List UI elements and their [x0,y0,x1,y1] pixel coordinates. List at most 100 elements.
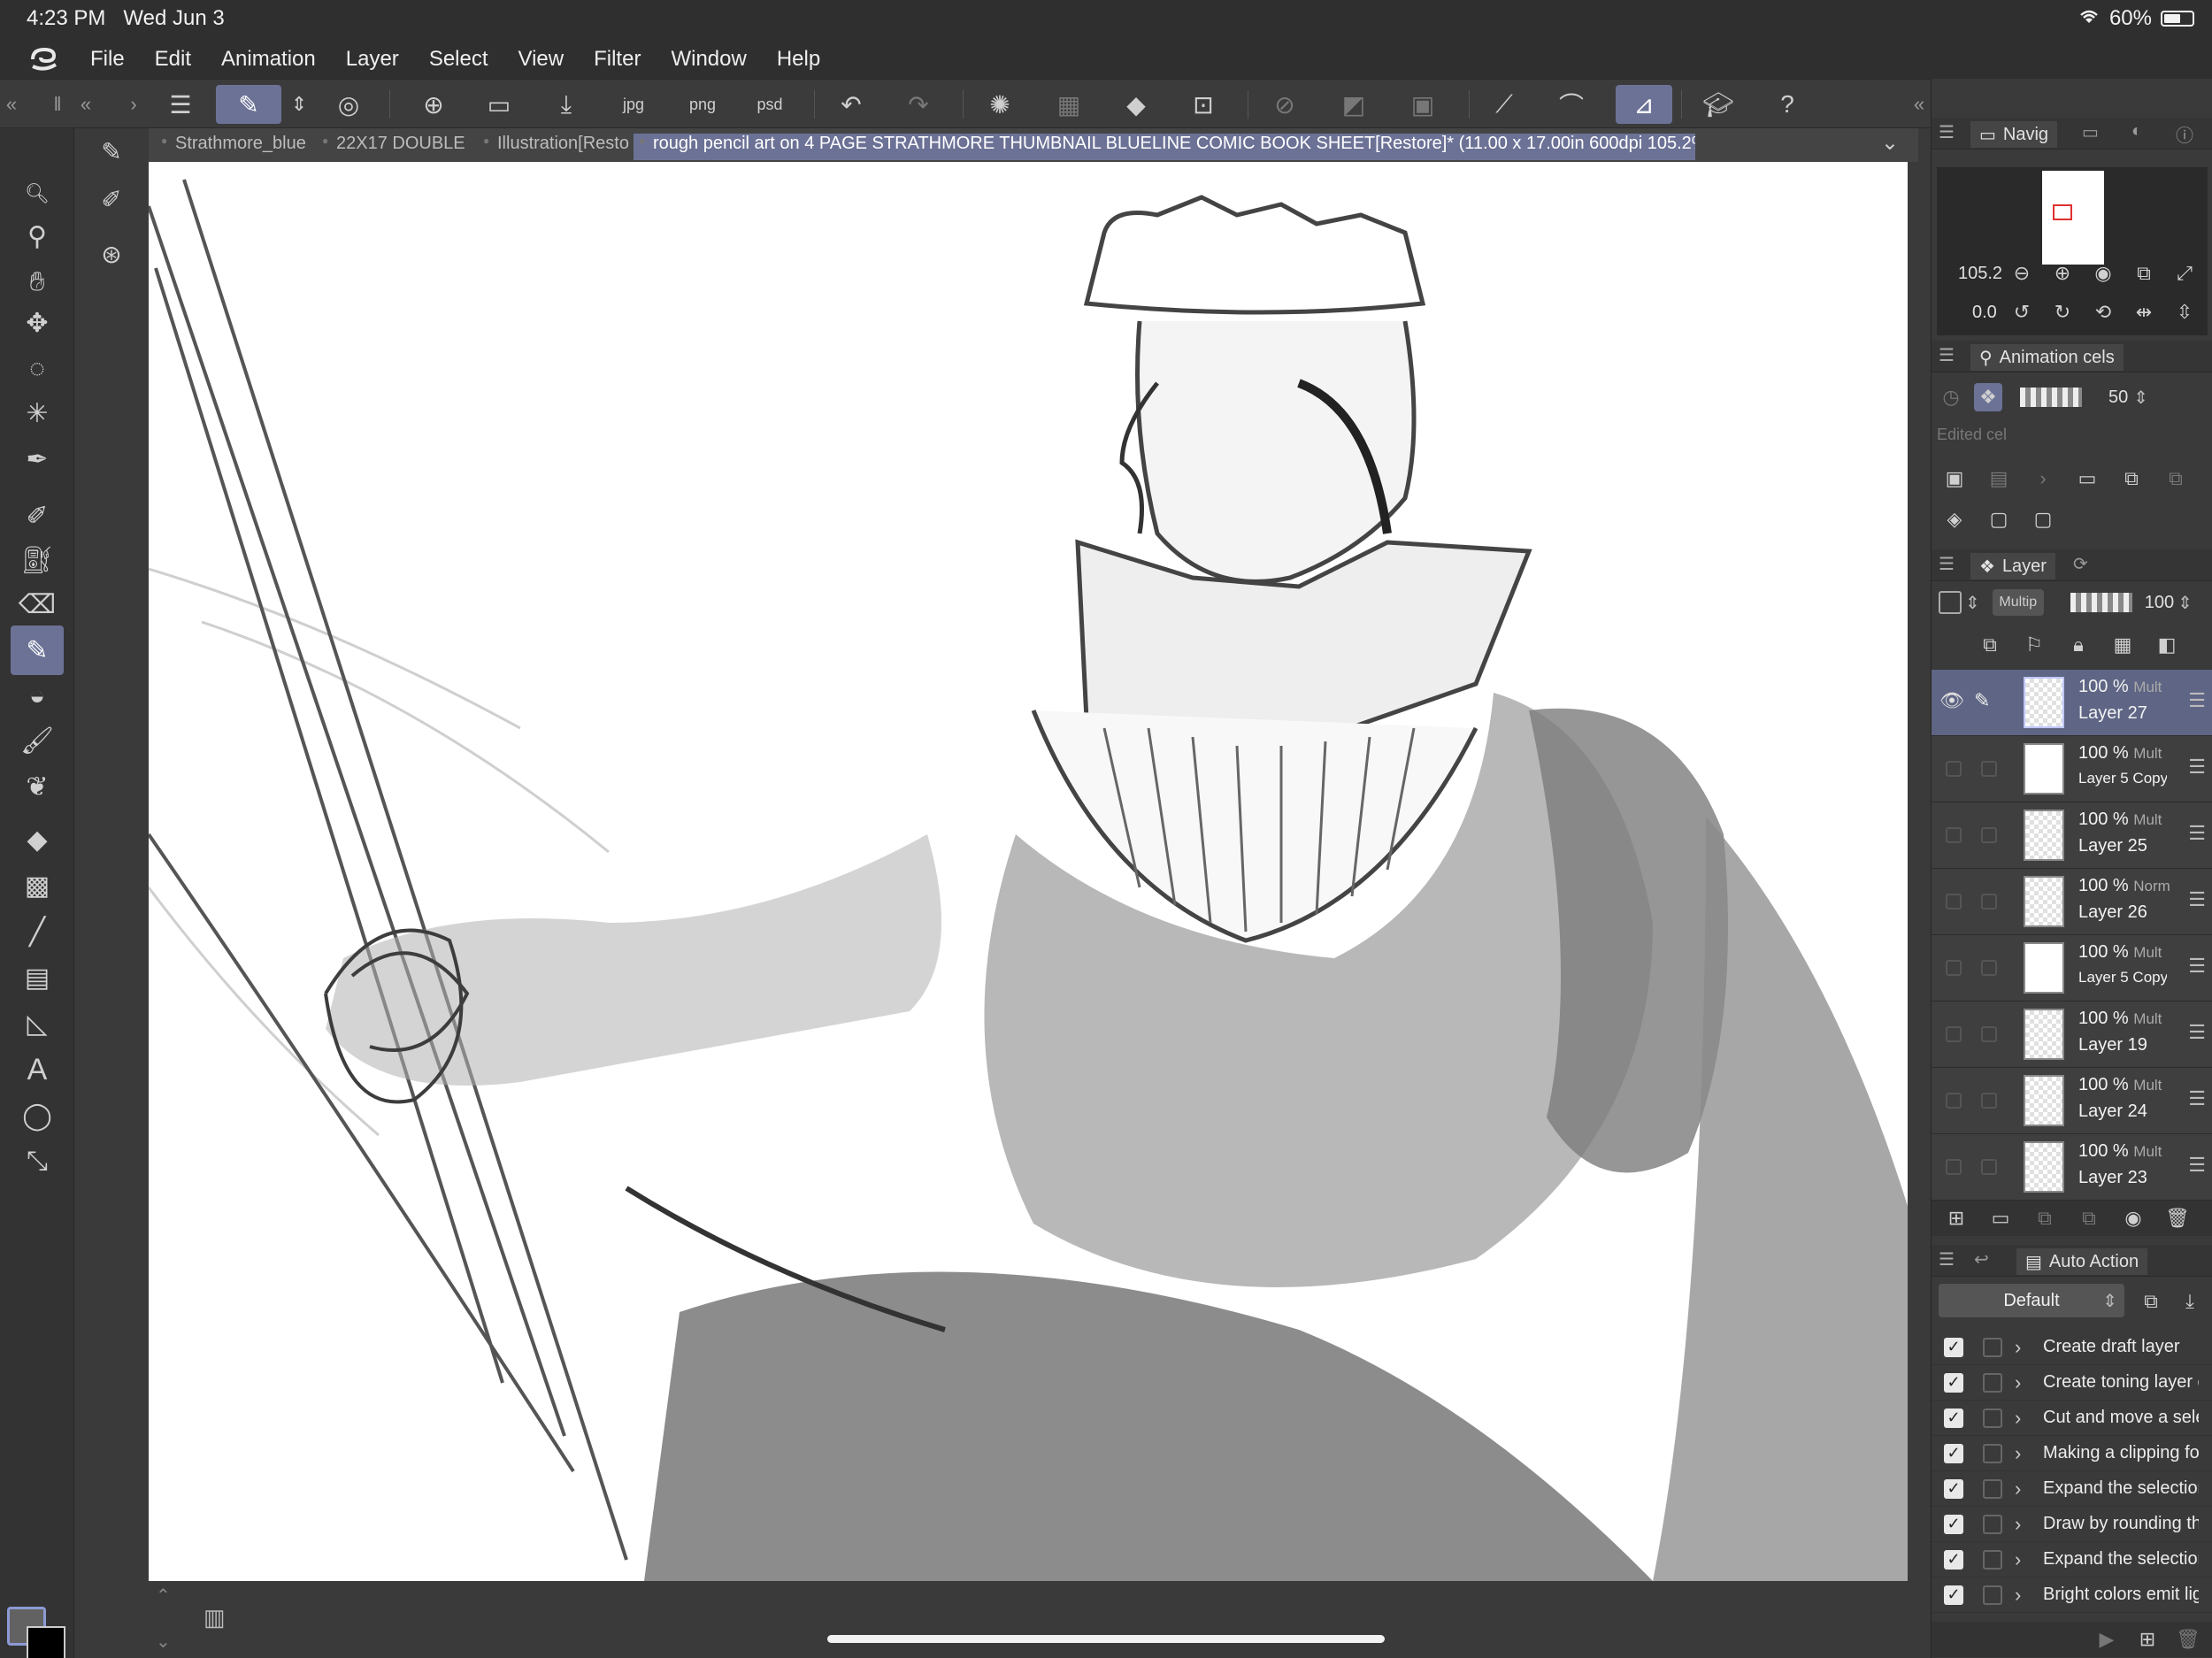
zoom-in-icon[interactable]: ⊕ [2048,259,2077,288]
scroll-right-icon[interactable]: › [122,85,145,124]
drag-handle-icon[interactable]: ☰ [2188,756,2206,779]
list-item[interactable]: ✓ › Expand the selection [1932,1542,2212,1577]
ruler-icon[interactable]: ◺ [11,999,64,1048]
open-folder-icon[interactable]: ▭ [478,85,520,124]
tab-strathmore[interactable]: Strathmore_blue [156,134,308,160]
edit-target-toggle[interactable] [1981,1093,1997,1109]
layer-row[interactable]: 100 % Mult Layer 24 ☰ [1932,1068,2212,1134]
chevron-right-icon[interactable]: › [2029,464,2057,493]
drag-handle-icon[interactable]: ☰ [2188,888,2206,911]
delete-action-icon[interactable]: 🗑︎ [2174,1625,2202,1654]
blend-icon[interactable]: ◒ [11,672,64,721]
figure-line-icon[interactable]: ╱ [11,907,64,956]
layer-row[interactable]: 100 % Mult Layer 5 Copy ☰ [1932,935,2212,1002]
show-selection-icon[interactable]: ▣ [1402,85,1444,124]
tab-layer[interactable]: ❖ Layer [1970,553,2055,580]
decoration-icon[interactable]: ❦ [11,762,64,811]
check-icon[interactable]: ✓ [1944,1443,1963,1463]
pen-icon[interactable]: ✐ [11,491,64,541]
collapse-left-icon[interactable]: « [74,85,97,124]
dialog-toggle[interactable] [1983,1585,2002,1605]
chevron-updown-icon[interactable]: ⇕ [2177,592,2193,614]
chevron-updown-icon[interactable]: ⇕ [1965,592,1980,614]
brush-icon[interactable]: 🖌︎ [11,716,64,765]
paste-cel-icon[interactable]: ⧉ [2162,464,2190,493]
drawing-canvas[interactable] [149,162,1908,1581]
deselect-icon[interactable]: ⊘ [1263,85,1306,124]
move-icon[interactable]: ✥ [11,298,64,348]
duplicate-layer-icon[interactable]: ⧉ [2075,1204,2103,1232]
check-icon[interactable]: ✓ [1944,1337,1963,1357]
edit-target-toggle[interactable] [1981,960,1997,976]
invert-selection-icon[interactable]: ◩ [1333,85,1375,124]
dialog-toggle[interactable] [1983,1337,2002,1357]
check-icon[interactable]: ✓ [1944,1549,1963,1570]
light-table-icon[interactable]: ◈ [1940,505,1969,533]
layer-row[interactable]: 100 % Mult Layer 5 Copy 2 ☰ [1932,736,2212,802]
chevron-right-icon[interactable]: › [2015,1513,2032,1536]
panel-menu-icon[interactable]: ☰ [1939,553,1955,575]
chevron-updown-icon[interactable]: ⇕ [2133,387,2148,409]
magic-wand-icon[interactable]: ✳ [11,388,64,438]
visibility-toggle[interactable] [1946,1159,1962,1175]
list-item[interactable]: ✓›Bright colors emit light [1932,1577,2212,1613]
layer-mask-icon[interactable]: ◉ [2119,1204,2147,1232]
list-item[interactable]: ✓ › Draw by rounding the [1932,1507,2212,1542]
edit-target-toggle[interactable] [1981,1026,1997,1042]
companion-icon[interactable]: ◎ [327,85,370,124]
transform-icon[interactable]: ⊡ [1182,85,1225,124]
copy-cel-icon[interactable]: ⧉ [2117,464,2146,493]
gradient-icon[interactable]: ▩ [11,861,64,910]
menu-filter[interactable]: Filter [594,47,641,72]
drag-handle-icon[interactable]: ☰ [2188,822,2206,845]
flip-vertical-icon[interactable]: ⇳ [2170,298,2199,326]
grid-snap-icon[interactable]: ⊿ [1616,85,1672,124]
correct-line-icon[interactable]: ⤡ [11,1137,64,1186]
assign-cel-icon[interactable]: ▤ [1985,464,2013,493]
chevron-right-icon[interactable]: › [2015,1478,2032,1501]
clear-icon[interactable]: ▦ [1048,85,1090,124]
visibility-toggle[interactable] [1946,1093,1962,1109]
eraser-icon[interactable]: ⌫ [11,580,64,629]
play-icon[interactable]: ▶ [2093,1625,2121,1654]
menu-layer[interactable]: Layer [346,47,399,72]
grip-icon[interactable]: ‖ [46,85,69,124]
chevron-down-icon[interactable]: ⌄ [156,1631,171,1653]
tab-history-icon[interactable]: ↩ [1974,1248,1989,1270]
layer-color-icon[interactable] [1939,591,1962,614]
clear-light-table-icon[interactable]: ▢ [2029,505,2057,533]
chevron-updown-icon[interactable]: ⇕ [281,85,317,124]
check-icon[interactable]: ✓ [1944,1408,1963,1428]
learn-icon[interactable]: 🎓︎ [1697,85,1740,124]
panel-menu-icon[interactable]: ☰ [1939,344,1955,366]
tab-22x17-double[interactable]: 22X17 DOUBLE [317,134,469,160]
check-icon[interactable]: ✓ [1944,1514,1963,1534]
lasso-icon[interactable]: ◌ [11,344,64,394]
export-jpg-icon[interactable]: jpg [612,85,655,124]
tab-illustration[interactable]: Illustration[Restore] [478,134,630,160]
list-item[interactable]: ✓›Create toning layer on [1932,1365,2212,1401]
drag-handle-icon[interactable]: ☰ [2188,689,2206,712]
zoom-actual-icon[interactable]: ◉ [2089,259,2117,288]
pencil-subtool-icon[interactable]: ✎ [88,128,134,174]
tab-navigator[interactable]: ▭ Navig [1970,121,2058,148]
menu-view[interactable]: View [518,47,565,72]
redo-icon[interactable]: ↷ [897,85,940,124]
edit-bar-icon[interactable]: ▥ [204,1604,226,1631]
fill-icon[interactable]: ◆ [1115,85,1157,124]
layer-row[interactable]: 100 % Mult Layer 19 ☰ [1932,1002,2212,1068]
visibility-toggle[interactable] [1946,761,1962,777]
eye-icon[interactable]: 👁︎ [1939,689,1964,712]
panel-menu-icon[interactable]: ☰ [1939,1248,1955,1270]
new-file-icon[interactable]: ⊕ [412,85,455,124]
layer-row[interactable]: 100 % Mult Layer 23 ☰ [1932,1134,2212,1201]
rotate-right-icon[interactable]: ↻ [2048,298,2077,326]
edit-target-toggle[interactable] [1981,1159,1997,1175]
add-action-icon[interactable]: ⊞ [2133,1625,2162,1654]
auto-action-set-select[interactable]: Default ⇕ [1939,1284,2124,1317]
clip-layer-icon[interactable]: ⧉ [1976,631,2004,659]
add-action-set-icon[interactable]: ⧉ [2137,1287,2165,1316]
lock-icon[interactable]: 🔒︎ [2064,631,2093,659]
text-icon[interactable]: A [11,1045,64,1094]
menu-animation[interactable]: Animation [221,47,316,72]
